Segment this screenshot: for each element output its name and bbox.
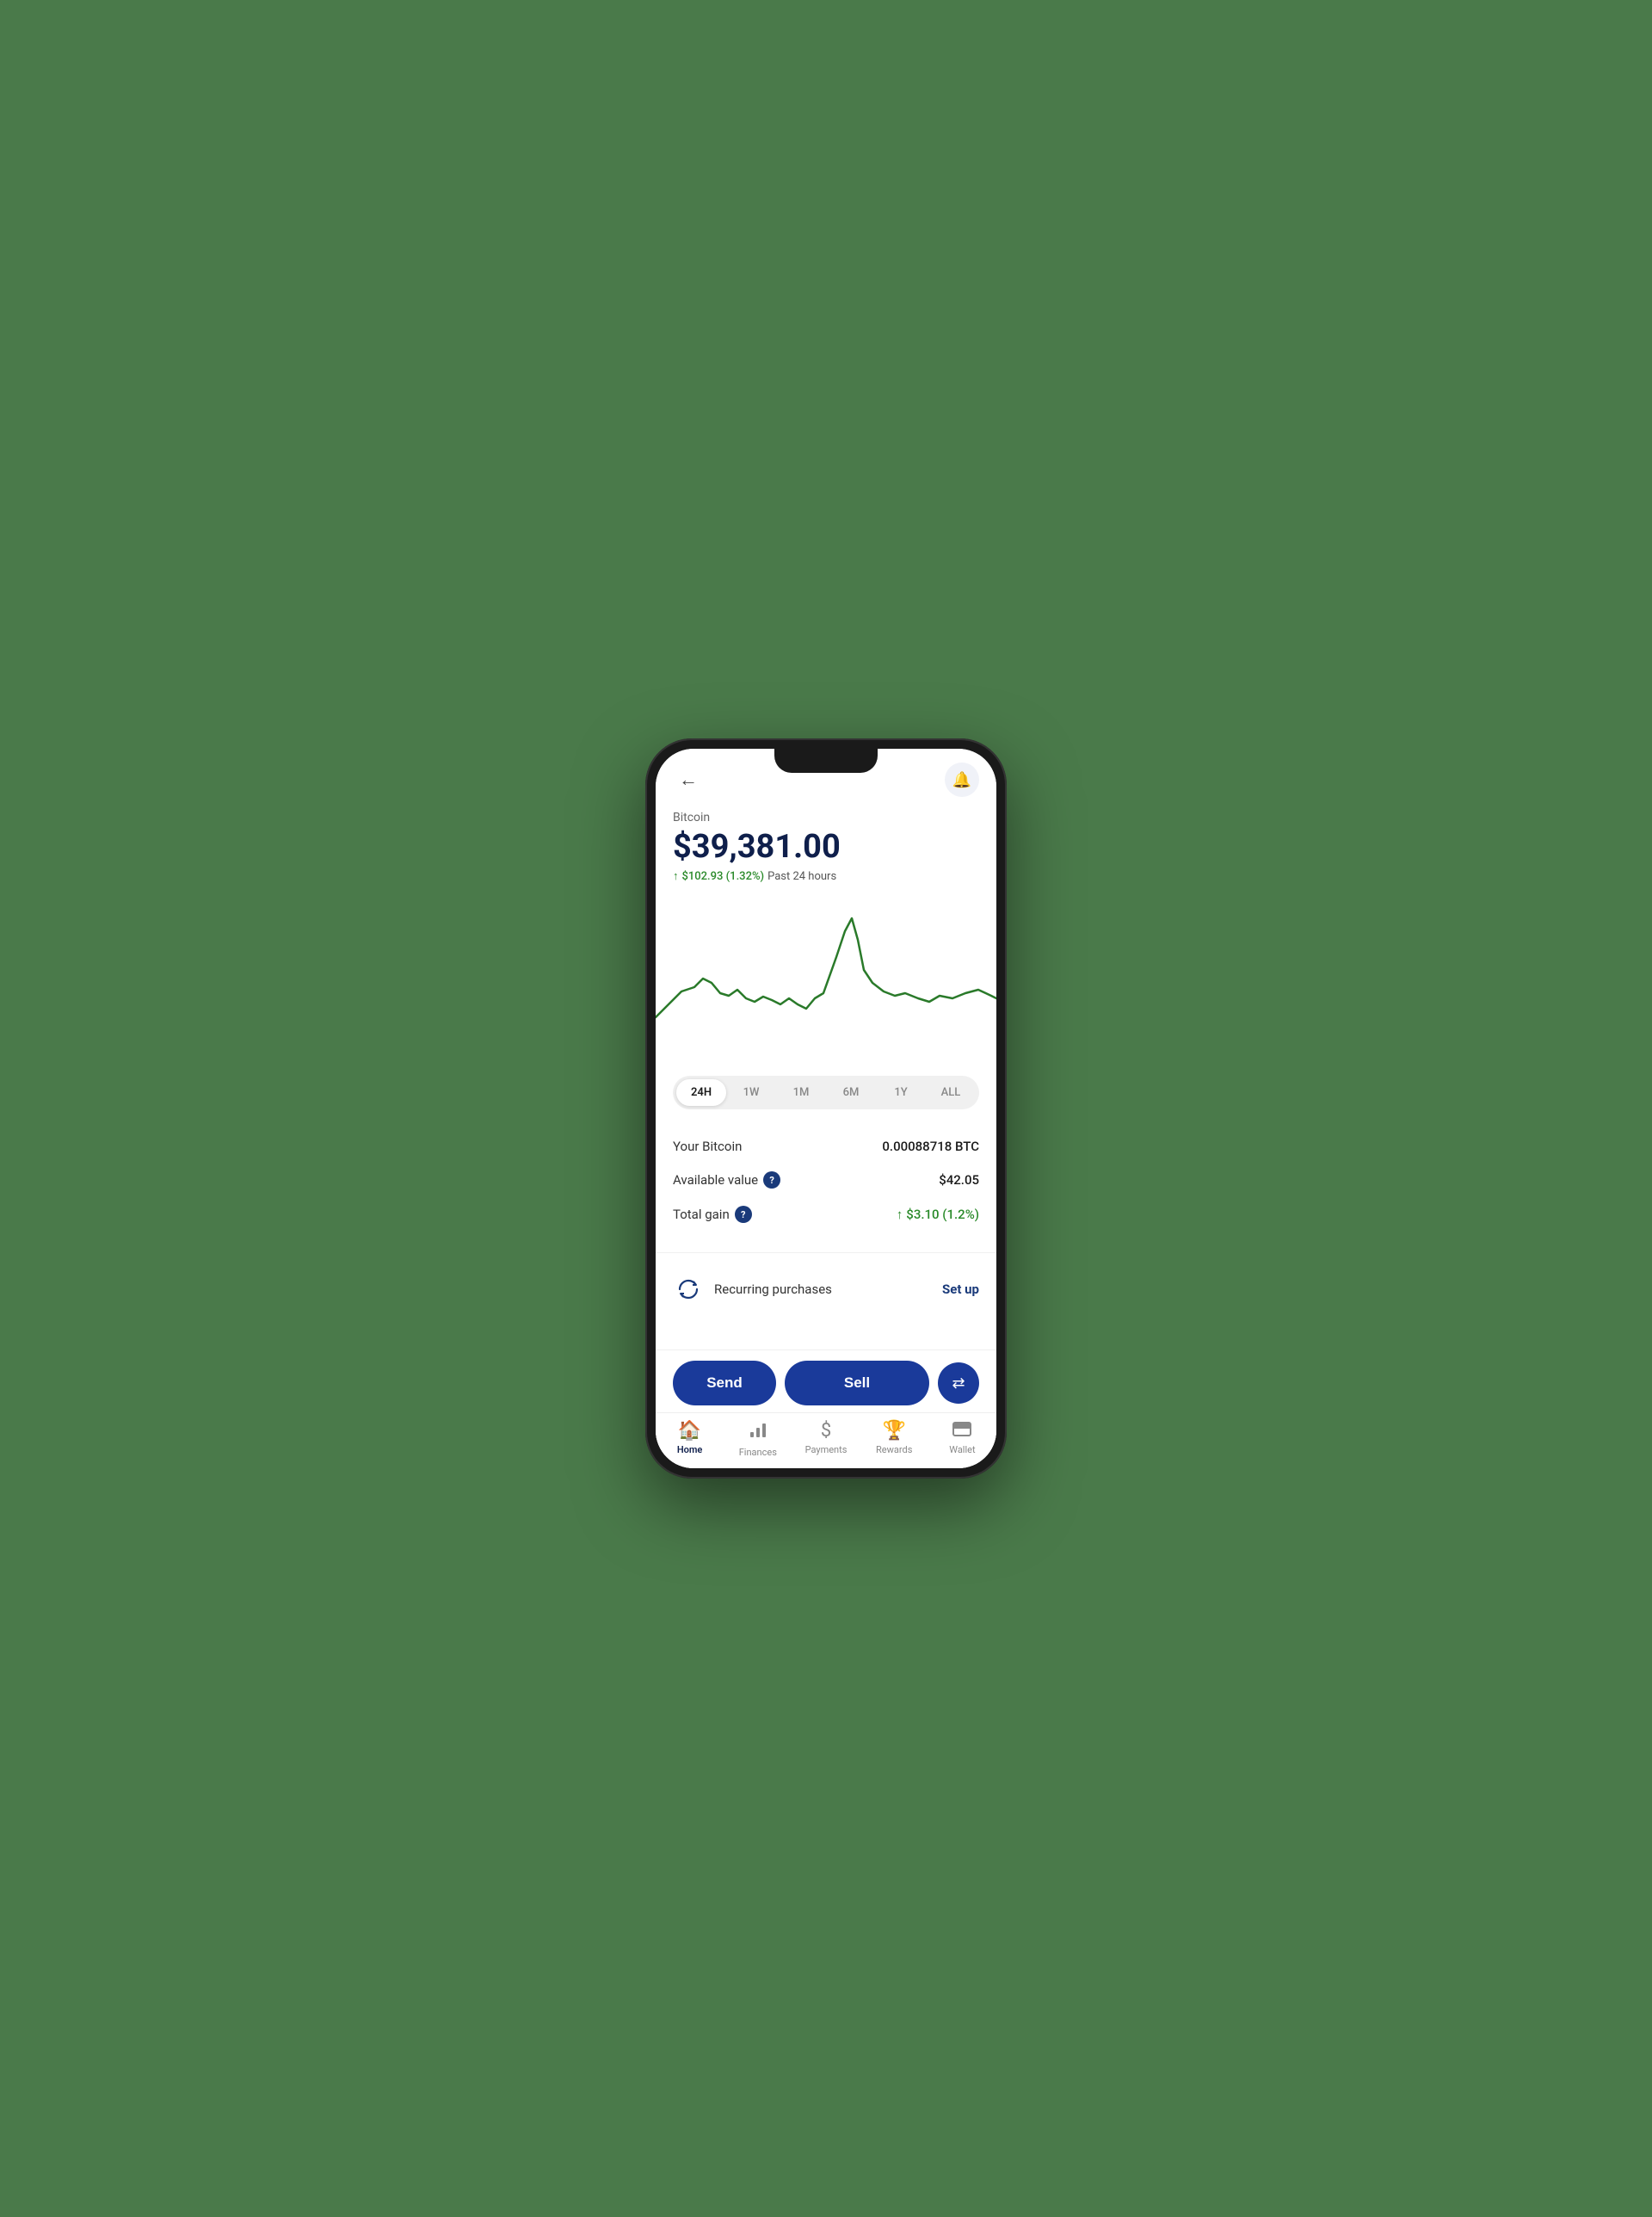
- price-section: Bitcoin $39,381.00 ↑ $102.93 (1.32%) Pas…: [656, 804, 996, 897]
- nav-rewards[interactable]: 🏆 Rewards: [860, 1420, 928, 1458]
- recurring-label: Recurring purchases: [714, 1281, 932, 1297]
- wallet-icon: [952, 1420, 971, 1442]
- your-bitcoin-row: Your Bitcoin 0.00088718 BTC: [673, 1130, 979, 1163]
- payments-icon: $: [821, 1420, 831, 1442]
- recurring-section: Recurring purchases Set up: [656, 1260, 996, 1318]
- nav-rewards-label: Rewards: [876, 1444, 912, 1455]
- sell-button[interactable]: Sell: [785, 1361, 929, 1405]
- available-value-label: Available value ?: [673, 1171, 780, 1189]
- price-change: ↑ $102.93 (1.32%) Past 24 hours: [673, 869, 979, 883]
- nav-payments-label: Payments: [805, 1444, 848, 1455]
- bottom-nav: 🏠 Home Finances $ Payments: [656, 1412, 996, 1468]
- back-arrow-icon: ←: [679, 769, 698, 791]
- nav-home-label: Home: [677, 1444, 703, 1455]
- your-bitcoin-value: 0.00088718 BTC: [882, 1139, 979, 1154]
- phone-frame: ← 🔔 Bitcoin $39,381.00 ↑ $102.93 (1.32%)…: [645, 738, 1007, 1479]
- swap-button[interactable]: ⇄: [938, 1362, 979, 1404]
- total-gain-info-icon[interactable]: ?: [735, 1206, 752, 1223]
- available-value-row: Available value ? $42.05: [673, 1163, 979, 1197]
- time-btn-1w[interactable]: 1W: [726, 1079, 776, 1106]
- nav-home[interactable]: 🏠 Home: [656, 1420, 724, 1458]
- total-gain-value: ↑ $3.10 (1.2%): [897, 1207, 979, 1222]
- time-btn-24h[interactable]: 24H: [676, 1079, 726, 1106]
- stats-section: Your Bitcoin 0.00088718 BTC Available va…: [656, 1123, 996, 1245]
- section-divider: [656, 1252, 996, 1253]
- up-arrow-icon: ↑: [673, 869, 679, 883]
- gain-up-arrow: ↑: [897, 1207, 903, 1222]
- your-bitcoin-label: Your Bitcoin: [673, 1139, 742, 1154]
- total-gain-label: Total gain ?: [673, 1206, 752, 1223]
- crypto-price: $39,381.00: [673, 828, 979, 866]
- nav-payments[interactable]: $ Payments: [792, 1420, 860, 1458]
- app-content: ← 🔔 Bitcoin $39,381.00 ↑ $102.93 (1.32%)…: [656, 749, 996, 1468]
- available-value: $42.05: [939, 1172, 979, 1188]
- change-period: Past 24 hours: [767, 870, 836, 883]
- available-value-info-icon[interactable]: ?: [763, 1171, 780, 1189]
- notification-button[interactable]: 🔔: [945, 763, 979, 797]
- total-gain-row: Total gain ? ↑ $3.10 (1.2%): [673, 1197, 979, 1232]
- action-bar: Send Sell ⇄: [656, 1349, 996, 1412]
- nav-wallet-label: Wallet: [949, 1444, 975, 1455]
- back-button[interactable]: ←: [673, 764, 704, 795]
- price-chart: [656, 897, 996, 1069]
- finances-icon: [749, 1420, 767, 1444]
- nav-wallet[interactable]: Wallet: [928, 1420, 996, 1458]
- swap-icon: ⇄: [952, 1374, 965, 1393]
- phone-screen: ← 🔔 Bitcoin $39,381.00 ↑ $102.93 (1.32%)…: [656, 749, 996, 1468]
- setup-link[interactable]: Set up: [942, 1281, 979, 1297]
- time-btn-6m[interactable]: 6M: [826, 1079, 876, 1106]
- home-icon: 🏠: [678, 1420, 701, 1442]
- time-btn-all[interactable]: ALL: [926, 1079, 976, 1106]
- time-btn-1y[interactable]: 1Y: [876, 1079, 926, 1106]
- time-selector: 24H 1W 1M 6M 1Y ALL: [673, 1076, 979, 1109]
- nav-finances[interactable]: Finances: [724, 1420, 792, 1458]
- notch: [774, 749, 878, 773]
- bell-icon: 🔔: [952, 771, 971, 789]
- recurring-icon: [673, 1274, 704, 1305]
- rewards-icon: 🏆: [883, 1420, 906, 1442]
- price-change-amount: $102.93 (1.32%): [682, 870, 765, 883]
- send-button[interactable]: Send: [673, 1361, 776, 1405]
- crypto-name: Bitcoin: [673, 811, 979, 824]
- nav-finances-label: Finances: [739, 1447, 777, 1458]
- time-btn-1m[interactable]: 1M: [776, 1079, 826, 1106]
